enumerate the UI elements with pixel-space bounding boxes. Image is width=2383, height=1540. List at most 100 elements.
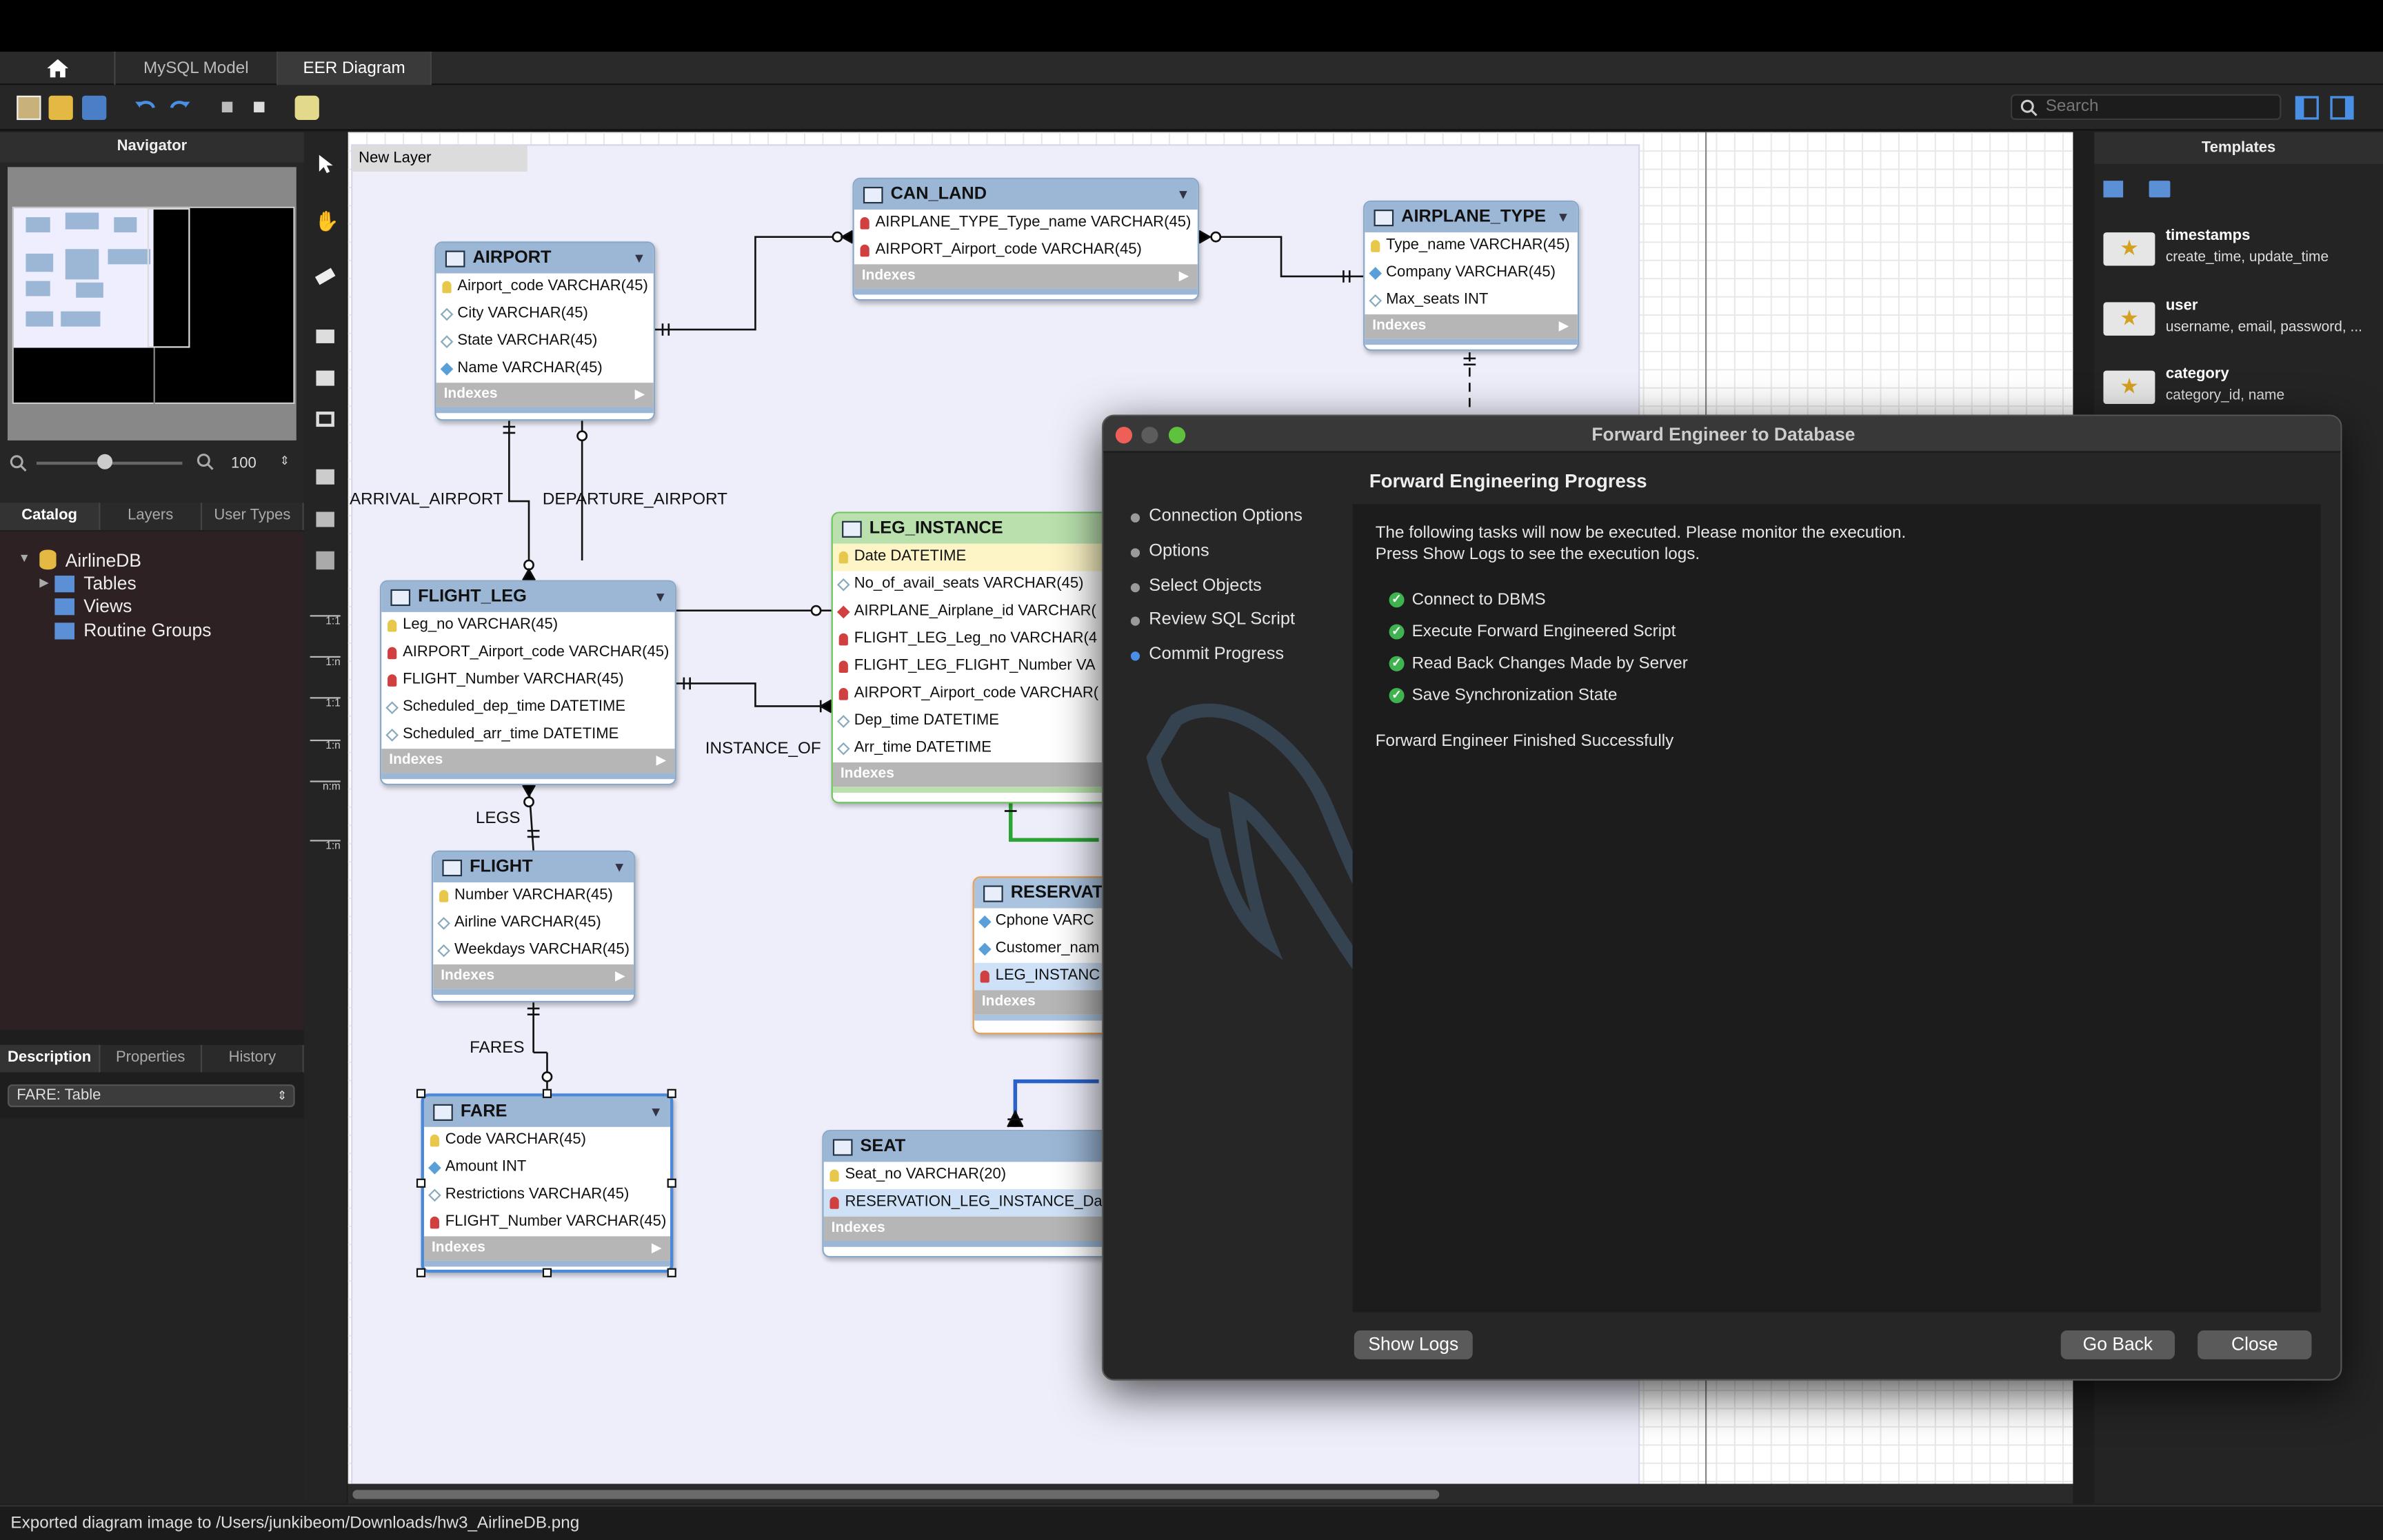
redo-icon[interactable] [167, 96, 191, 120]
tab-user-types[interactable]: User Types [202, 503, 304, 530]
image-tool-icon[interactable] [316, 412, 334, 427]
table-can-land[interactable]: CAN_LAND ▼ AIRPLANE_TYPE_Type_name VARCHA… [852, 177, 1200, 301]
expand-indexes-icon[interactable]: ▶ [656, 749, 666, 773]
toggle-grid-icon[interactable] [221, 101, 233, 113]
add-template-icon[interactable] [2103, 181, 2124, 198]
chevron-right-icon[interactable]: ▶ [39, 576, 49, 589]
tree-item-views[interactable]: Views [83, 596, 132, 617]
home-tab[interactable] [0, 51, 116, 85]
selection-handle[interactable] [416, 1178, 426, 1188]
object-select[interactable]: FARE: Table ⇕ [8, 1084, 295, 1108]
relationship-departure-airport[interactable]: DEPARTURE_AIRPORT [543, 491, 727, 509]
relationship-1-n-nonid-tool[interactable]: 1:n [310, 739, 341, 752]
tab-eer-diagram[interactable]: EER Diagram [278, 51, 432, 85]
expand-indexes-icon[interactable]: ▶ [1559, 314, 1569, 338]
selection-handle[interactable] [667, 1088, 676, 1098]
tab-history[interactable]: History [202, 1044, 304, 1073]
table-leg-instance[interactable]: LEG_INSTANCE Date DATETIME No_of_avail_s… [831, 511, 1120, 804]
tables-icon [54, 576, 75, 593]
tree-item-routine-groups[interactable]: Routine Groups [83, 620, 211, 641]
new-model-icon[interactable] [17, 95, 41, 121]
selection-handle[interactable] [416, 1268, 426, 1277]
sidebar-toggle-right-icon[interactable] [2330, 96, 2354, 120]
relationship-existing-tool[interactable]: 1:n [310, 840, 341, 852]
layer-tool-icon[interactable] [316, 330, 334, 343]
collapse-icon[interactable]: ▼ [1176, 179, 1190, 210]
collapse-icon[interactable]: ▼ [654, 582, 667, 612]
table-fare[interactable]: FARE ▼ Code VARCHAR(45) Amount INT Restri… [421, 1093, 674, 1273]
sidebar-toggle-left-icon[interactable] [2295, 96, 2319, 120]
zoom-value[interactable]: 100 [231, 456, 257, 472]
column: Customer_nam [995, 940, 1100, 958]
collapse-icon[interactable]: ▼ [612, 852, 626, 882]
collapse-icon[interactable]: ▼ [632, 243, 646, 274]
description-editor[interactable] [0, 1117, 304, 1504]
relationship-arrival-airport[interactable]: ARRIVAL_AIRPORT [350, 491, 503, 509]
collapse-icon[interactable]: ▼ [649, 1097, 663, 1127]
note-tool-icon[interactable] [316, 370, 334, 386]
search-field[interactable]: Search [2011, 94, 2282, 121]
selection-handle[interactable] [667, 1178, 676, 1188]
relationship-1-1-tool[interactable]: 1:1 [310, 615, 341, 627]
tab-catalog[interactable]: Catalog [0, 503, 101, 530]
table-flight-leg[interactable]: FLIGHT_LEG ▼ Leg_no VARCHAR(45) AIRPORT_A… [380, 580, 676, 786]
tab-properties[interactable]: Properties [100, 1044, 203, 1073]
expand-indexes-icon[interactable]: ▶ [635, 383, 645, 407]
relationship-legs[interactable]: LEGS [476, 809, 521, 827]
close-button[interactable]: Close [2198, 1330, 2312, 1359]
selection-handle[interactable] [667, 1268, 676, 1277]
zoom-in-icon[interactable] [196, 453, 214, 471]
selection-handle[interactable] [542, 1268, 552, 1277]
expand-indexes-icon[interactable]: ▶ [652, 1236, 661, 1260]
template-item-user[interactable]: ★ user username, email, password, ... [2103, 293, 2383, 357]
schema-airlinedb[interactable]: AirlineDB [66, 550, 141, 571]
navigator-minimap[interactable] [8, 167, 296, 440]
table-airport[interactable]: AIRPORT ▼ Airport_code VARCHAR(45) City V… [434, 241, 655, 421]
relationship-n-m-tool[interactable]: n:m [310, 780, 341, 793]
selection-handle[interactable] [542, 1088, 552, 1098]
undo-icon[interactable] [134, 96, 158, 120]
zoom-window-button[interactable] [1168, 427, 1186, 444]
tab-layers[interactable]: Layers [100, 503, 203, 530]
zoom-slider-thumb[interactable] [97, 454, 113, 469]
expand-indexes-icon[interactable]: ▶ [615, 964, 625, 989]
column: Code VARCHAR(45) [445, 1131, 586, 1148]
relationship-1-n-tool[interactable]: 1:n [310, 656, 341, 668]
hand-tool-icon[interactable]: ✋ [314, 210, 339, 234]
minimize-window-button[interactable] [1141, 427, 1158, 444]
tab-mysql-model[interactable]: MySQL Model [116, 51, 279, 85]
tab-description[interactable]: Description [0, 1044, 101, 1073]
relationship-instance-of[interactable]: INSTANCE_OF [705, 740, 821, 758]
table-tool-icon[interactable] [316, 469, 334, 485]
chevron-down-icon[interactable]: ▼ [18, 551, 30, 565]
open-folder-icon[interactable] [48, 95, 73, 121]
relationship-fares[interactable]: FARES [470, 1039, 525, 1057]
table-seat[interactable]: SEAT Seat_no VARCHAR(20) RESERVATION_LEG… [822, 1130, 1127, 1258]
align-grid-icon[interactable] [254, 101, 265, 113]
save-icon[interactable] [82, 95, 107, 121]
tree-item-tables[interactable]: Tables [83, 573, 136, 594]
relationship-1-1-nonid-tool[interactable]: 1:1 [310, 697, 341, 709]
show-logs-button[interactable]: Show Logs [1354, 1330, 1473, 1359]
column: Seat_no VARCHAR(20) [845, 1166, 1007, 1184]
collapse-icon[interactable]: ▼ [1556, 202, 1570, 232]
pointer-tool-icon[interactable] [316, 154, 334, 175]
selection-handle[interactable] [416, 1088, 426, 1098]
zoom-stepper-icon[interactable]: ⇕ [280, 454, 290, 468]
template-folder-icon[interactable] [2149, 181, 2171, 198]
eraser-tool-icon[interactable] [314, 267, 336, 285]
table-title: RESERVAT [1010, 884, 1103, 902]
view-tool-icon[interactable] [316, 511, 334, 527]
template-item-timestamps[interactable]: ★ timestamps create_time, update_time [2103, 223, 2383, 287]
column-icon [437, 917, 450, 930]
routine-group-tool-icon[interactable] [316, 551, 334, 570]
table-airplane-type[interactable]: AIRPLANE_TYPE ▼ Type_name VARCHAR(45) Com… [1363, 200, 1580, 351]
go-back-button[interactable]: Go Back [2060, 1330, 2175, 1359]
close-window-button[interactable] [1115, 427, 1133, 444]
script-icon[interactable] [294, 95, 319, 121]
foreign-key-icon [860, 244, 869, 257]
horizontal-scrollbar-thumb[interactable] [352, 1490, 1440, 1499]
zoom-out-icon[interactable] [9, 454, 27, 472]
table-flight[interactable]: FLIGHT ▼ Number VARCHAR(45) Airline VARCH… [431, 850, 636, 1003]
expand-indexes-icon[interactable]: ▶ [1179, 264, 1189, 288]
